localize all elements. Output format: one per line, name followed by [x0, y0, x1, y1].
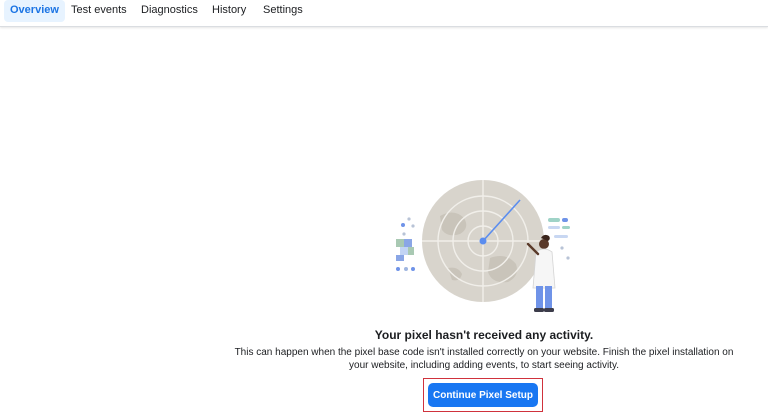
empty-state-description: This can happen when the pixel base code…	[234, 347, 734, 371]
continue-pixel-setup-button[interactable]: Continue Pixel Setup	[428, 383, 538, 407]
tab-diagnostics[interactable]: Diagnostics	[135, 0, 204, 22]
radar-scientist-graphic	[396, 180, 570, 312]
tab-settings[interactable]: Settings	[257, 0, 309, 22]
tab-bar: Overview Test events Diagnostics History…	[0, 0, 768, 27]
radar-illustration	[388, 176, 582, 320]
tab-test-events[interactable]: Test events	[65, 0, 133, 22]
empty-state-heading: Your pixel hasn't received any activity.	[374, 328, 594, 342]
tab-history[interactable]: History	[206, 0, 252, 22]
tab-overview[interactable]: Overview	[4, 0, 65, 22]
